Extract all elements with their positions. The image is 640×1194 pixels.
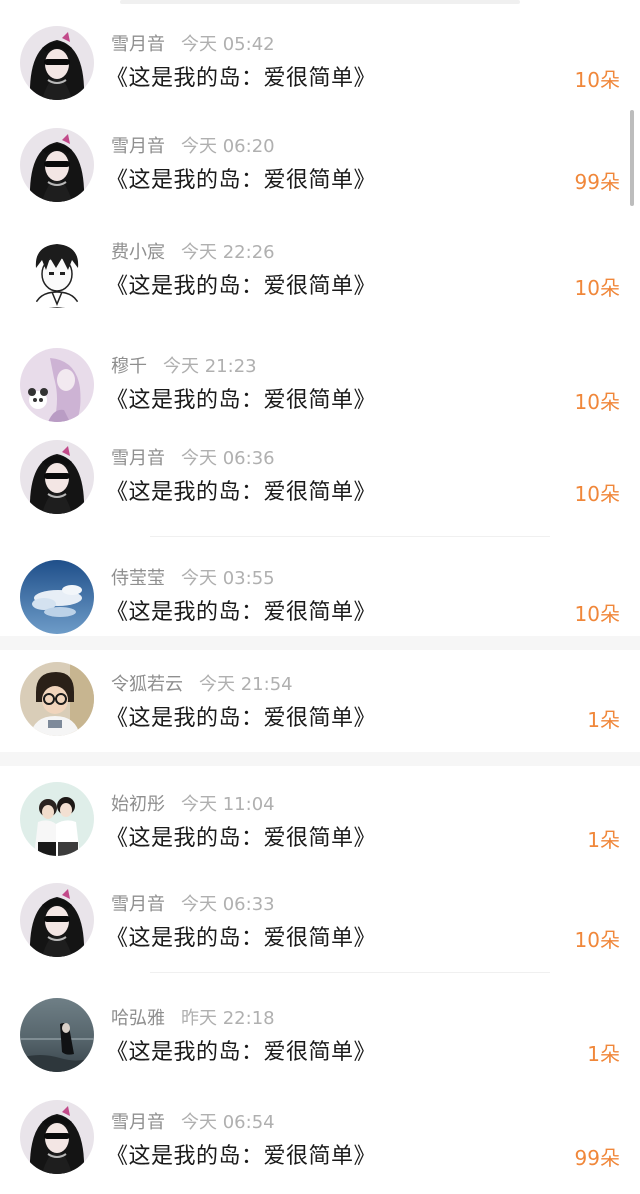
timestamp: 今天 05:42 [181, 34, 275, 55]
timestamp: 今天 06:54 [181, 1112, 275, 1133]
timestamp: 今天 11:04 [181, 794, 275, 815]
timestamp: 今天 06:20 [181, 136, 275, 157]
username[interactable]: 始初彤 [111, 794, 165, 815]
timestamp: 今天 06:36 [181, 448, 275, 469]
gift-list-item[interactable]: 雪月音 今天 05:42 《这是我的岛：爱很简单》 10朵 [0, 12, 640, 108]
item-meta: 雪月音 今天 06:33 [111, 890, 275, 916]
girl-sunglasses-avatar[interactable] [20, 883, 94, 957]
item-meta: 穆千 今天 21:23 [111, 352, 257, 378]
username[interactable]: 雪月音 [111, 448, 165, 469]
gift-list-item[interactable]: 费小宸 今天 22:26 《这是我的岛：爱很简单》 10朵 [0, 220, 640, 316]
book-title[interactable]: 《这是我的岛：爱很简单》 [106, 382, 376, 414]
girl-sunglasses-avatar[interactable] [20, 26, 94, 100]
flower-count: 10朵 [574, 390, 620, 414]
sky-clouds-avatar[interactable] [20, 560, 94, 634]
username[interactable]: 侍莹莹 [111, 568, 165, 589]
boy-glasses-photo-avatar[interactable] [20, 662, 94, 736]
book-title[interactable]: 《这是我的岛：爱很简单》 [106, 1138, 376, 1170]
book-title[interactable]: 《这是我的岛：爱很简单》 [106, 1034, 376, 1066]
item-meta: 费小宸 今天 22:26 [111, 238, 275, 264]
flower-count: 10朵 [574, 482, 620, 506]
scrollbar[interactable] [630, 110, 634, 206]
timestamp: 今天 21:54 [199, 674, 293, 695]
timestamp: 今天 06:33 [181, 894, 275, 915]
username[interactable]: 令狐若云 [111, 674, 183, 695]
gift-list-item[interactable]: 雪月音 今天 06:20 《这是我的岛：爱很简单》 99朵 [0, 114, 640, 210]
flower-count: 1朵 [587, 1042, 620, 1066]
item-meta: 哈弘雅 昨天 22:18 [111, 1004, 275, 1030]
girl-sunglasses-avatar[interactable] [20, 440, 94, 514]
username[interactable]: 费小宸 [111, 242, 165, 263]
flower-count: 99朵 [574, 1146, 620, 1170]
gift-list-item[interactable]: 哈弘雅 昨天 22:18 《这是我的岛：爱很简单》 1朵 [0, 984, 640, 1080]
flower-count: 1朵 [587, 708, 620, 732]
gift-list-item[interactable]: 雪月音 今天 06:33 《这是我的岛：爱很简单》 10朵 [0, 868, 640, 964]
gift-list-item[interactable]: 始初彤 今天 11:04 《这是我的岛：爱很简单》 1朵 [0, 766, 640, 866]
two-girls-photo-avatar[interactable] [20, 782, 94, 856]
book-title[interactable]: 《这是我的岛：爱很简单》 [106, 920, 376, 952]
row-divider [150, 536, 550, 537]
item-meta: 令狐若云 今天 21:54 [111, 670, 293, 696]
username[interactable]: 雪月音 [111, 136, 165, 157]
username[interactable]: 雪月音 [111, 1112, 165, 1133]
timestamp: 昨天 22:18 [181, 1008, 275, 1029]
girl-sunglasses-avatar[interactable] [20, 128, 94, 202]
gift-list-item[interactable]: 侍莹莹 今天 03:55 《这是我的岛：爱很简单》 10朵 [0, 546, 640, 636]
book-title[interactable]: 《这是我的岛：爱很简单》 [106, 700, 376, 732]
timestamp: 今天 03:55 [181, 568, 275, 589]
flower-count: 99朵 [574, 170, 620, 194]
book-title[interactable]: 《这是我的岛：爱很简单》 [106, 594, 376, 626]
gift-list-item[interactable]: 令狐若云 今天 21:54 《这是我的岛：爱很简单》 1朵 [0, 650, 640, 752]
gift-list-item[interactable]: 雪月音 今天 06:54 《这是我的岛：爱很简单》 99朵 [0, 1086, 640, 1194]
flower-count: 1朵 [587, 828, 620, 852]
book-title[interactable]: 《这是我的岛：爱很简单》 [106, 162, 376, 194]
item-meta: 雪月音 今天 06:54 [111, 1108, 275, 1134]
flower-count: 10朵 [574, 602, 620, 626]
girl-sunglasses-avatar[interactable] [20, 1100, 94, 1174]
username[interactable]: 雪月音 [111, 34, 165, 55]
book-title[interactable]: 《这是我的岛：爱很简单》 [106, 474, 376, 506]
flower-count: 10朵 [574, 68, 620, 92]
row-divider [150, 972, 550, 973]
book-title[interactable]: 《这是我的岛：爱很简单》 [106, 820, 376, 852]
book-title[interactable]: 《这是我的岛：爱很简单》 [106, 60, 376, 92]
item-meta: 侍莹莹 今天 03:55 [111, 564, 275, 590]
item-meta: 雪月音 今天 05:42 [111, 30, 275, 56]
item-meta: 始初彤 今天 11:04 [111, 790, 275, 816]
item-meta: 雪月音 今天 06:36 [111, 444, 275, 470]
flower-count: 10朵 [574, 276, 620, 300]
top-divider [120, 0, 520, 4]
username[interactable]: 穆千 [111, 356, 147, 377]
username[interactable]: 哈弘雅 [111, 1008, 165, 1029]
anime-boy-avatar[interactable] [20, 234, 94, 308]
gift-list-item[interactable]: 雪月音 今天 06:36 《这是我的岛：爱很简单》 10朵 [0, 426, 640, 522]
gift-list-item[interactable]: 穆千 今天 21:23 《这是我的岛：爱很简单》 10朵 [0, 334, 640, 430]
timestamp: 今天 21:23 [163, 356, 257, 377]
username[interactable]: 雪月音 [111, 894, 165, 915]
pastel-girl-panda-avatar[interactable] [20, 348, 94, 422]
flower-count: 10朵 [574, 928, 620, 952]
girl-by-sea-avatar[interactable] [20, 998, 94, 1072]
section-gap [0, 636, 640, 650]
section-gap [0, 752, 640, 766]
book-title[interactable]: 《这是我的岛：爱很简单》 [106, 268, 376, 300]
item-meta: 雪月音 今天 06:20 [111, 132, 275, 158]
timestamp: 今天 22:26 [181, 242, 275, 263]
